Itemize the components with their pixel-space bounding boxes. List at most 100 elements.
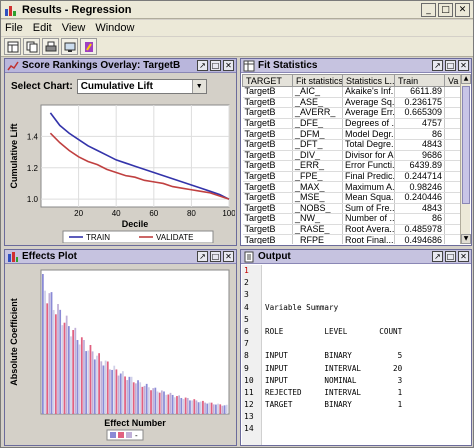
table-cell: _MSE_ (292, 192, 343, 204)
effects-legend: - (106, 429, 144, 441)
minimize-button[interactable]: _ (421, 3, 436, 17)
table-row[interactable]: TargetB _MSE_ Mean Squa... 0.240446 (242, 192, 462, 204)
table-cell: TargetB (242, 234, 293, 244)
select-chart-dropdown[interactable]: Cumulative Lift ▼ (76, 79, 207, 94)
table-row[interactable]: TargetB _RASE_ Root Avera... 0.485978 (242, 224, 462, 236)
table-row[interactable]: TargetB_FPE_Final Predic...0.244714 (242, 171, 462, 183)
scroll-down-icon[interactable]: ▼ (461, 234, 471, 244)
copy-icon[interactable] (23, 38, 40, 55)
line-number: 9 (244, 363, 249, 373)
table-cell: 0.98246 (394, 181, 445, 193)
legend-swatch (126, 432, 132, 438)
effect-bar (85, 351, 88, 414)
table-row[interactable]: TargetB _NOBS_ Sum of Fre... 4843 (242, 203, 462, 215)
scroll-thumb[interactable] (462, 86, 470, 204)
maximize-icon[interactable]: □ (210, 60, 221, 71)
maximize-icon[interactable]: □ (445, 60, 456, 71)
table-row[interactable]: TargetB _ERR_ Error Functi... 6439.89 (242, 160, 462, 172)
table-row[interactable]: TargetB _RFPE_ Root Final... 0.494686 (242, 234, 462, 244)
restore-icon[interactable]: ↗ (197, 251, 208, 262)
output-panel-title: Output (258, 251, 291, 262)
close-icon[interactable]: ✕ (458, 60, 469, 71)
effect-bar (178, 395, 181, 414)
menu-edit[interactable]: Edit (33, 22, 52, 34)
effect-bar (61, 325, 64, 414)
table-cell: Average Sq... (342, 97, 395, 109)
effect-bar (152, 388, 155, 414)
print-icon[interactable] (42, 38, 59, 55)
table-cell: _DFM_ (292, 128, 343, 140)
column-header[interactable]: Fit statistics (292, 74, 343, 87)
output-panel: Output ↗ □ ✕ 1 2 3 4 5 6 7 8 9 10 11 12 13 14 Variabl… (240, 249, 472, 446)
column-header[interactable]: Train (394, 74, 445, 87)
close-icon[interactable]: ✕ (223, 60, 234, 71)
table-cell: 6439.89 (394, 160, 445, 172)
menu-view[interactable]: View (62, 22, 86, 34)
table-row[interactable]: TargetB _ASE_ Average Sq... 0.236175 (242, 97, 462, 109)
restore-icon[interactable]: ↗ (197, 60, 208, 71)
menu-window[interactable]: Window (95, 22, 134, 34)
effect-bar (128, 376, 131, 414)
table-cell: Model Degr... (342, 128, 395, 140)
table-cell: 9686 (394, 150, 445, 162)
effect-bar (78, 344, 81, 414)
table-row[interactable]: TargetB_DIV_Divisor for A...9686 (242, 150, 462, 162)
table-cell: _ERR_ (292, 160, 343, 172)
column-header[interactable]: TARGET (242, 74, 293, 87)
scroll-up-icon[interactable]: ▲ (461, 74, 471, 84)
effect-bar (150, 390, 152, 414)
effect-bar (87, 350, 90, 414)
magic-wand-icon[interactable] (80, 38, 97, 55)
table-cell: Root Avera... (342, 224, 395, 236)
table-row[interactable]: TargetB _DFE_ Degrees of ... 4757 (242, 118, 462, 130)
effect-bar (145, 383, 148, 414)
effect-bar (132, 382, 135, 414)
y-tick-label: 1.4 (27, 132, 39, 141)
effect-bar (52, 309, 55, 414)
maximize-icon[interactable]: □ (210, 251, 221, 262)
table-cell: TargetB (242, 213, 293, 225)
fit-statistics-table: TARGET Fit statistics Statistics L... Train… (242, 74, 462, 244)
table-row[interactable]: TargetB _NW_ Number of ... 86 (242, 213, 462, 225)
screen-icon[interactable] (61, 38, 78, 55)
effect-bar (189, 400, 191, 414)
table-icon[interactable] (4, 38, 21, 55)
maximize-button[interactable]: □ (438, 3, 453, 17)
fit-table-scrollbar[interactable]: ▲ ▼ (460, 74, 471, 244)
close-icon[interactable]: ✕ (223, 251, 234, 262)
table-row[interactable]: TargetB _AVERR_ Average Err... 0.665309 (242, 107, 462, 119)
table-cell: Average Err... (342, 107, 395, 119)
table-row[interactable]: TargetB _DFT_ Total Degre... 4843 (242, 139, 462, 151)
table-row[interactable]: TargetB _AIC_ Akaike's Inf... 6611.89 (242, 86, 462, 98)
effect-bar (191, 400, 193, 414)
restore-icon[interactable]: ↗ (432, 251, 443, 262)
column-header[interactable]: Statistics L... (342, 74, 395, 87)
table-cell: TargetB (242, 192, 293, 204)
menu-file[interactable]: File (5, 22, 23, 34)
effect-bar (199, 401, 202, 414)
close-button[interactable]: ✕ (455, 3, 470, 17)
chevron-down-icon[interactable]: ▼ (191, 80, 206, 93)
table-cell: Error Functi... (342, 160, 395, 172)
table-row[interactable]: TargetB _DFM_ Model Degr... 86 (242, 128, 462, 140)
y-tick-label: 1.0 (27, 195, 39, 204)
table-row[interactable]: TargetB _MAX_ Maximum A... 0.98246 (242, 181, 462, 193)
close-icon[interactable]: ✕ (458, 251, 469, 262)
output-text-area[interactable]: Variable Summary ROLE LEVEL COUNT INPUT … (265, 265, 461, 445)
line-number: 3 (244, 290, 249, 300)
line-number: 14 (244, 424, 254, 434)
effects-bar-chart: Effect Number Absolute Coefficient - (9, 269, 230, 441)
effect-bar (197, 402, 200, 414)
window-controls: _ □ ✕ (421, 3, 470, 17)
table-cell: _DFE_ (292, 118, 343, 130)
table-cell: _ASE_ (292, 97, 343, 109)
table-cell: 0.494686 (394, 234, 445, 244)
effects-plot-panel: Effects Plot ↗ □ ✕ Effect Number Absolute… (4, 249, 237, 446)
effect-bar (184, 397, 187, 414)
effect-bar (74, 327, 77, 414)
restore-icon[interactable]: ↗ (432, 60, 443, 71)
table-cell: _DFT_ (292, 139, 343, 151)
maximize-icon[interactable]: □ (445, 251, 456, 262)
legend-label: - (135, 431, 138, 440)
table-cell: _MAX_ (292, 181, 343, 193)
